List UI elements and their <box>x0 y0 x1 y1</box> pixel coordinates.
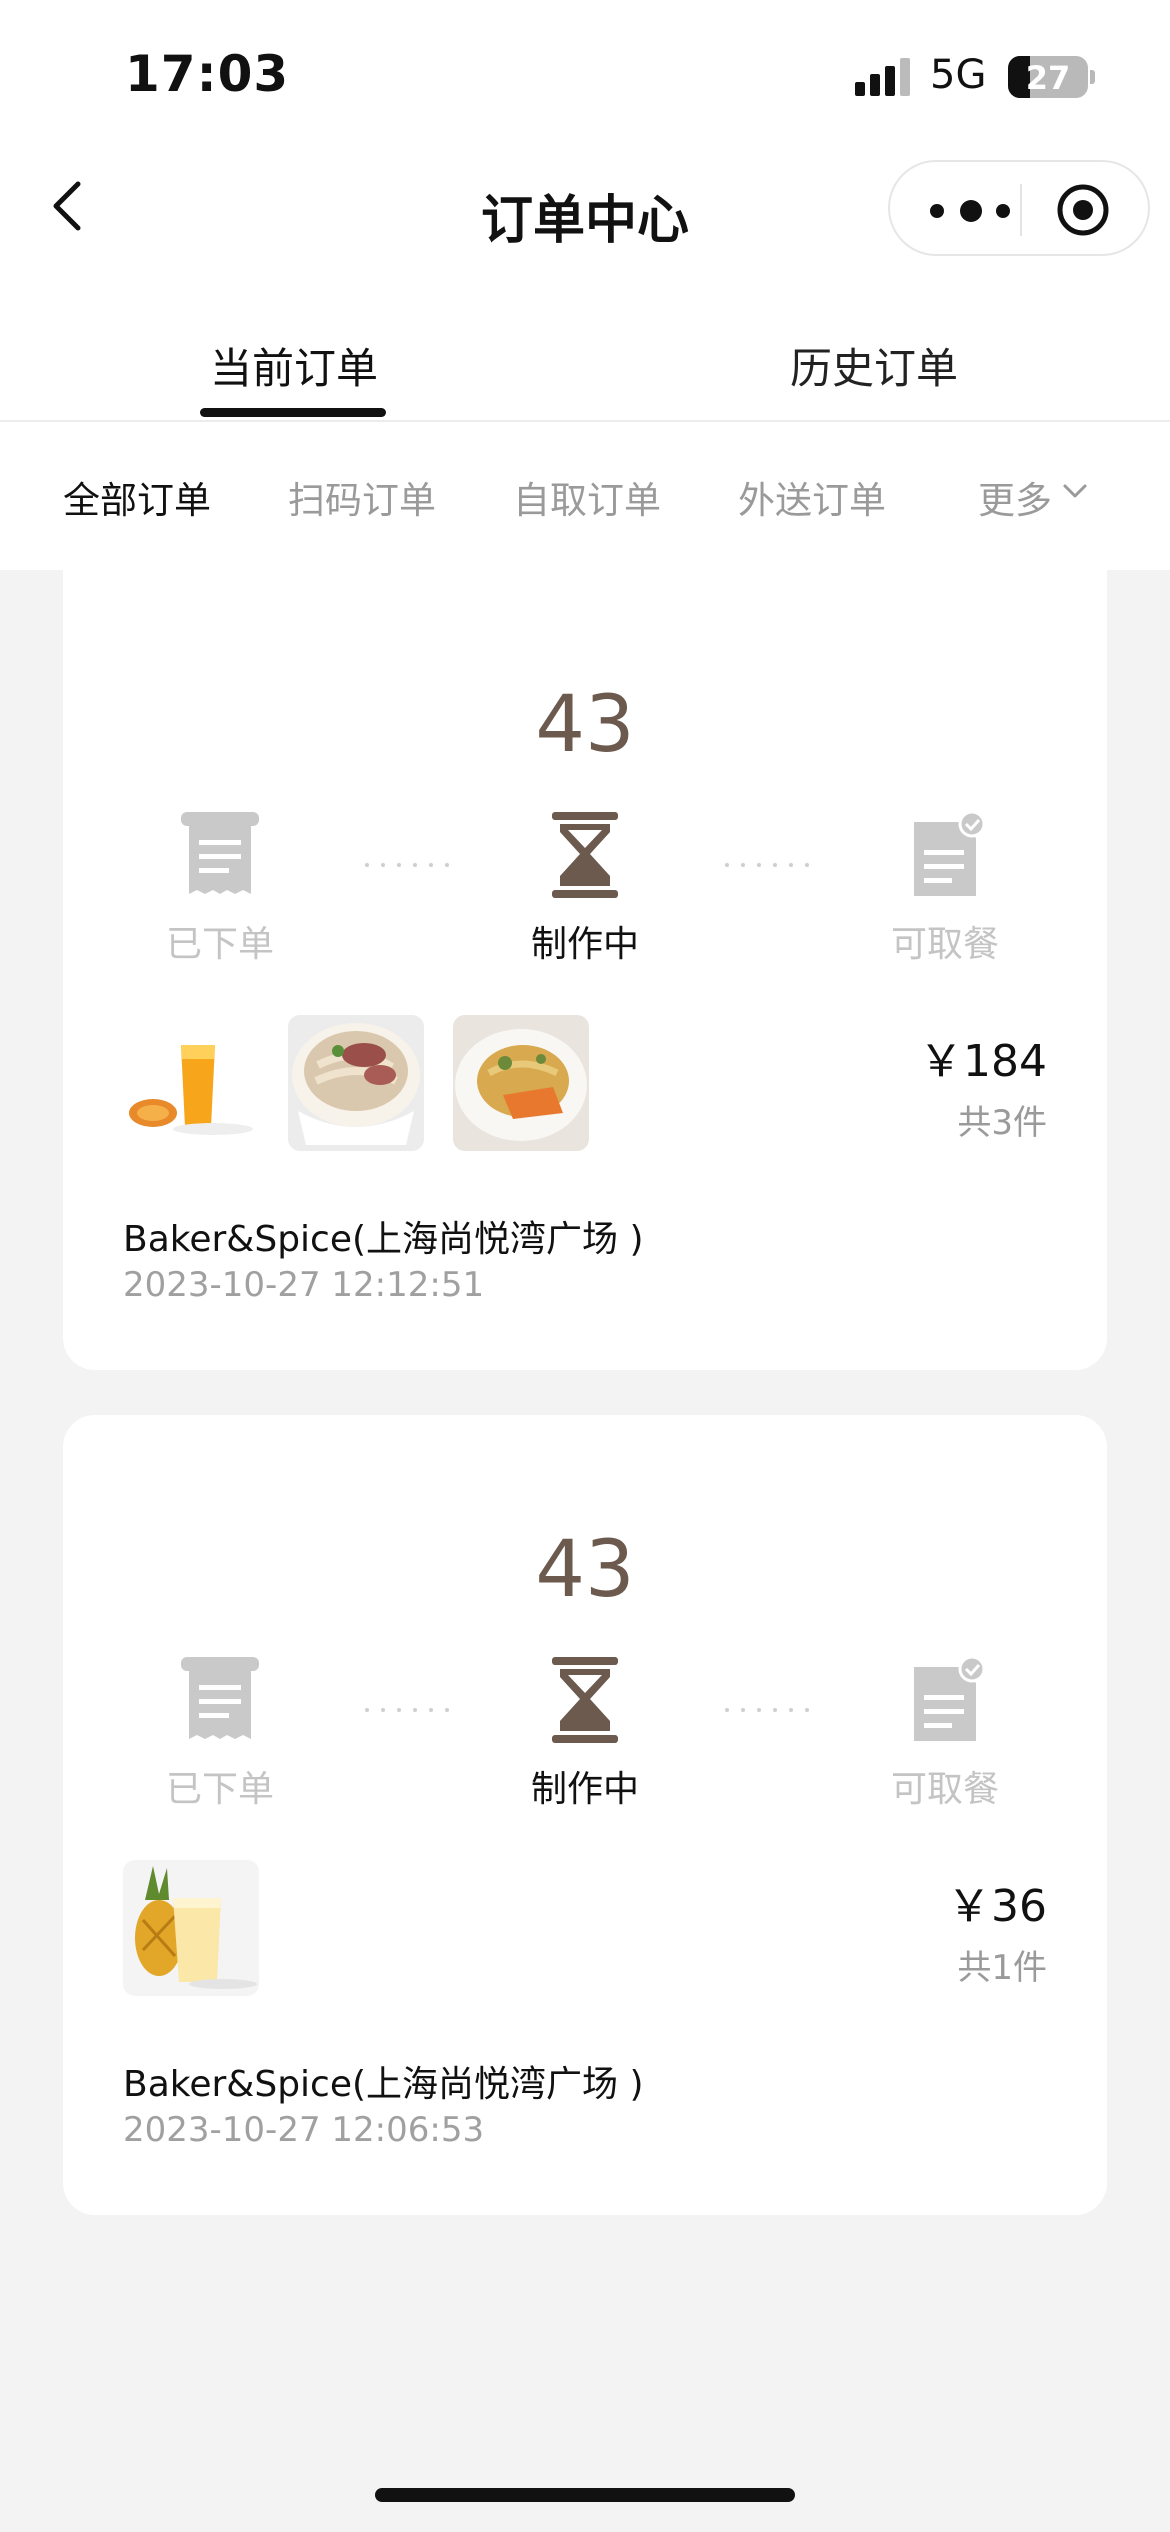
chevron-down-icon[interactable] <box>1062 482 1088 500</box>
hourglass-icon <box>552 1657 618 1743</box>
progress-dots <box>725 1708 809 1712</box>
salmon-pasta-image <box>453 1015 589 1151</box>
pickup-number: 43 <box>535 680 635 770</box>
progress-dots <box>725 863 809 867</box>
signal-icon <box>855 58 915 96</box>
filter-more[interactable]: 更多 <box>978 470 1052 524</box>
meal-ready-icon <box>914 1655 986 1741</box>
step-label-ready: 可取餐 <box>890 1769 999 1810</box>
store-name: Baker&Spice(上海尚悦湾广场 ) <box>123 2064 644 2105</box>
pineapple-juice-image <box>123 1860 259 1996</box>
pickup-number: 43 <box>535 1525 635 1615</box>
tab-history-orders[interactable]: 历史订单 <box>790 335 958 396</box>
hourglass-icon <box>552 812 618 898</box>
step-label-ordered: 已下单 <box>165 1769 274 1810</box>
receipt-icon <box>181 812 259 894</box>
papaya-juice-image <box>123 1015 259 1151</box>
item-count: 共3件 <box>957 1103 1047 1143</box>
step-label-ordered: 已下单 <box>165 924 274 965</box>
battery-icon: 27 <box>1008 56 1088 98</box>
close-miniprogram-icon[interactable] <box>1055 182 1111 238</box>
order-datetime: 2023-10-27 12:12:51 <box>123 1265 485 1305</box>
order-price: ￥184 <box>919 1036 1047 1087</box>
step-label-preparing: 制作中 <box>530 1769 639 1810</box>
progress-dots <box>365 863 449 867</box>
battery-cap <box>1090 70 1095 84</box>
mini-program-capsule <box>888 160 1150 256</box>
filter-scan-orders[interactable]: 扫码订单 <box>288 470 436 524</box>
step-label-preparing: 制作中 <box>530 924 639 965</box>
item-count: 共1件 <box>957 1948 1047 1988</box>
capsule-divider <box>1020 184 1022 236</box>
order-card[interactable]: 43 已下单 制作中 可取餐 ￥184 共3件 Baker&Spice(上海尚悦… <box>63 570 1107 1370</box>
order-card[interactable]: 43 已下单 制作中 可取餐 ￥36 共1件 Baker&Spice(上海尚悦湾… <box>63 1415 1107 2215</box>
beef-noodle-image <box>288 1015 424 1151</box>
step-label-ready: 可取餐 <box>890 924 999 965</box>
filter-delivery-orders[interactable]: 外送订单 <box>738 470 886 524</box>
more-options-icon[interactable] <box>930 198 1030 222</box>
home-indicator[interactable] <box>375 2488 795 2502</box>
meal-ready-icon <box>914 810 986 896</box>
tab-current-orders[interactable]: 当前订单 <box>210 335 378 396</box>
order-datetime: 2023-10-27 12:06:53 <box>123 2110 485 2150</box>
store-name: Baker&Spice(上海尚悦湾广场 ) <box>123 1219 644 1260</box>
filter-all-orders[interactable]: 全部订单 <box>63 470 211 524</box>
status-time: 17:03 <box>125 45 290 103</box>
tabs-divider <box>0 420 1170 422</box>
order-price: ￥36 <box>947 1881 1047 1932</box>
filter-pickup-orders[interactable]: 自取订单 <box>513 470 661 524</box>
progress-dots <box>365 1708 449 1712</box>
battery-level: 27 <box>1025 59 1071 97</box>
network-type: 5G <box>930 52 987 98</box>
active-tab-indicator <box>200 408 386 417</box>
receipt-icon <box>181 1657 259 1739</box>
